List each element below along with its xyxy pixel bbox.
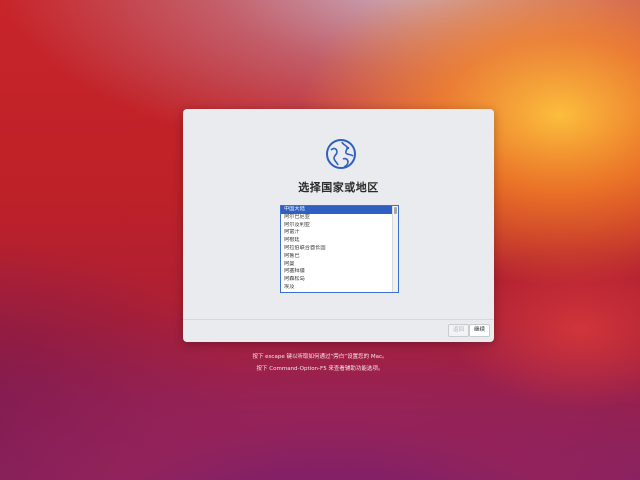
list-item[interactable]: 阿鲁巴: [281, 253, 392, 261]
list-item[interactable]: 阿曼: [281, 261, 392, 269]
list-item[interactable]: 阿尔及利亚: [281, 222, 392, 230]
country-list[interactable]: 中国大陆 阿尔巴尼亚 阿尔及利亚 阿富汗 阿根廷 阿拉伯联合酋长国 阿鲁巴 阿曼 阿塞拜疆 阿森松…: [280, 205, 399, 293]
list-item[interactable]: 阿拉伯联合酋长国: [281, 245, 392, 253]
list-scrollbar[interactable]: [392, 206, 398, 292]
scrollbar-thumb[interactable]: [394, 207, 397, 214]
back-button[interactable]: 返回: [448, 324, 469, 337]
list-item[interactable]: 阿根廷: [281, 237, 392, 245]
voiceover-hint: 按下 escape 键以听取如何通过“旁白”设置您的 Mac。: [252, 354, 388, 360]
globe-icon: [326, 139, 356, 169]
accessibility-hint: 按下 Command-Option-F5 来查看辅助功能选项。: [256, 366, 384, 372]
country-list-items: 中国大陆 阿尔巴尼亚 阿尔及利亚 阿富汗 阿根廷 阿拉伯联合酋长国 阿鲁巴 阿曼 阿塞拜疆 阿森松…: [281, 206, 392, 292]
footer-divider: [183, 319, 494, 320]
continue-button[interactable]: 继续: [469, 324, 490, 337]
list-item[interactable]: 中国大陆: [281, 206, 392, 214]
list-item[interactable]: 阿尔巴尼亚: [281, 214, 392, 222]
list-item[interactable]: 阿塞拜疆: [281, 268, 392, 276]
page-title: 选择国家或地区: [298, 181, 379, 194]
setup-assistant-dialog: 选择国家或地区 中国大陆 阿尔巴尼亚 阿尔及利亚 阿富汗 阿根廷 阿拉伯联合酋长国 阿鲁巴阿…: [183, 109, 494, 342]
list-item[interactable]: 阿森松岛: [281, 276, 392, 284]
list-item[interactable]: 阿富汗: [281, 229, 392, 237]
list-item[interactable]: 埃及: [281, 284, 392, 292]
